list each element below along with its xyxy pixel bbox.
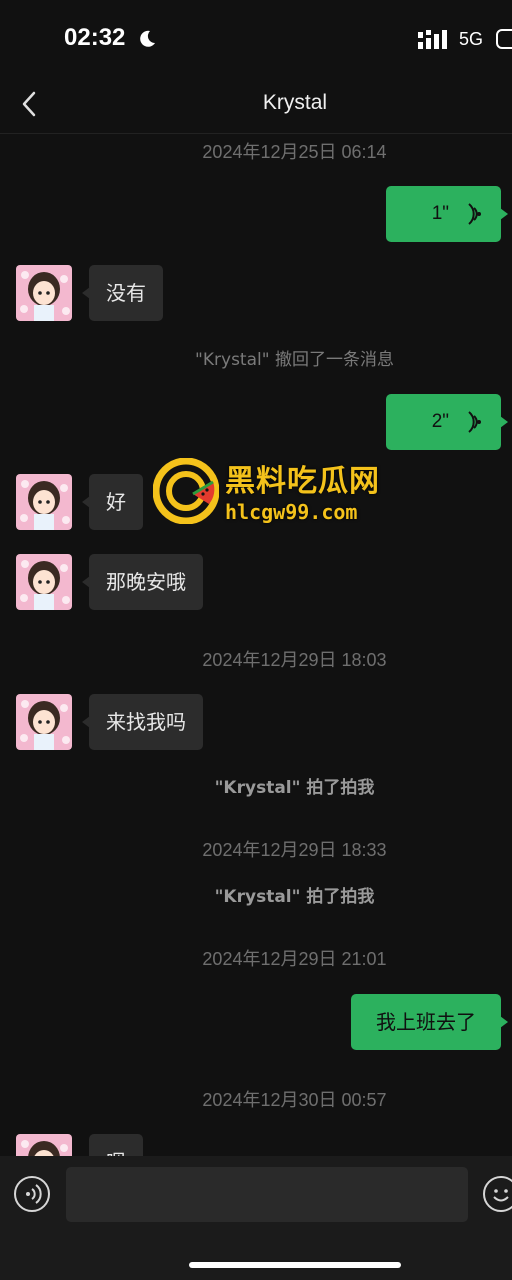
outgoing-message[interactable]: 我上班去了	[351, 994, 508, 1050]
clock: 02:32	[64, 24, 126, 51]
smiley-icon	[493, 1189, 509, 1202]
status-bar: 02:32 5G	[0, 0, 512, 80]
message-input[interactable]	[66, 1167, 468, 1222]
voice-wave-icon	[468, 203, 481, 225]
avatar[interactable]	[16, 694, 72, 750]
voice-message[interactable]: 1"	[386, 186, 508, 242]
battery-icon	[496, 29, 512, 49]
timestamp: 2024年12月29日 21:01	[202, 949, 387, 969]
moon-icon	[140, 30, 155, 47]
avatar-image	[16, 265, 72, 321]
avatar[interactable]	[16, 474, 72, 530]
watermelon-logo-icon	[153, 458, 219, 524]
incoming-message[interactable]: 好	[82, 474, 143, 530]
avatar[interactable]	[16, 554, 72, 610]
home-indicator	[189, 1262, 401, 1268]
avatar-image	[16, 474, 72, 530]
emoji-button[interactable]	[483, 1176, 512, 1212]
incoming-message[interactable]: 那晚安哦	[82, 554, 203, 610]
watermark-url: hlcgw99.com	[225, 500, 358, 524]
avatar-image	[16, 694, 72, 750]
avatar[interactable]	[16, 265, 72, 321]
recall-notice: "Krystal" 撤回了一条消息	[195, 350, 394, 370]
avatar-image	[16, 554, 72, 610]
chat-title: Krystal	[262, 91, 328, 114]
voice-message[interactable]: 2"	[386, 394, 508, 450]
watermark-title: 黑料吃瓜网	[225, 464, 380, 499]
incoming-message[interactable]: 没有	[82, 265, 163, 321]
timestamp: 2024年12月29日 18:03	[202, 650, 387, 670]
pat-notice: "Krystal" 拍了拍我	[214, 778, 375, 798]
watermark: 黑料吃瓜网 hlcgw99.com	[153, 456, 413, 528]
nav-bar: Krystal	[0, 80, 512, 134]
incoming-message[interactable]: 来找我吗	[82, 694, 203, 750]
network-label: 5G	[459, 29, 484, 49]
voice-mode-button[interactable]	[14, 1176, 50, 1212]
voice-duration: 2"	[431, 411, 449, 432]
voice-wave-icon	[468, 411, 481, 433]
timestamp: 2024年12月29日 18:33	[202, 840, 387, 860]
voice-wave-icon	[26, 1184, 42, 1204]
signal-icon	[418, 30, 447, 49]
timestamp: 2024年12月30日 00:57	[202, 1090, 387, 1110]
voice-duration: 1"	[431, 203, 449, 224]
timestamp: 2024年12月25日 06:14	[202, 142, 387, 162]
pat-notice: "Krystal" 拍了拍我	[214, 887, 375, 907]
